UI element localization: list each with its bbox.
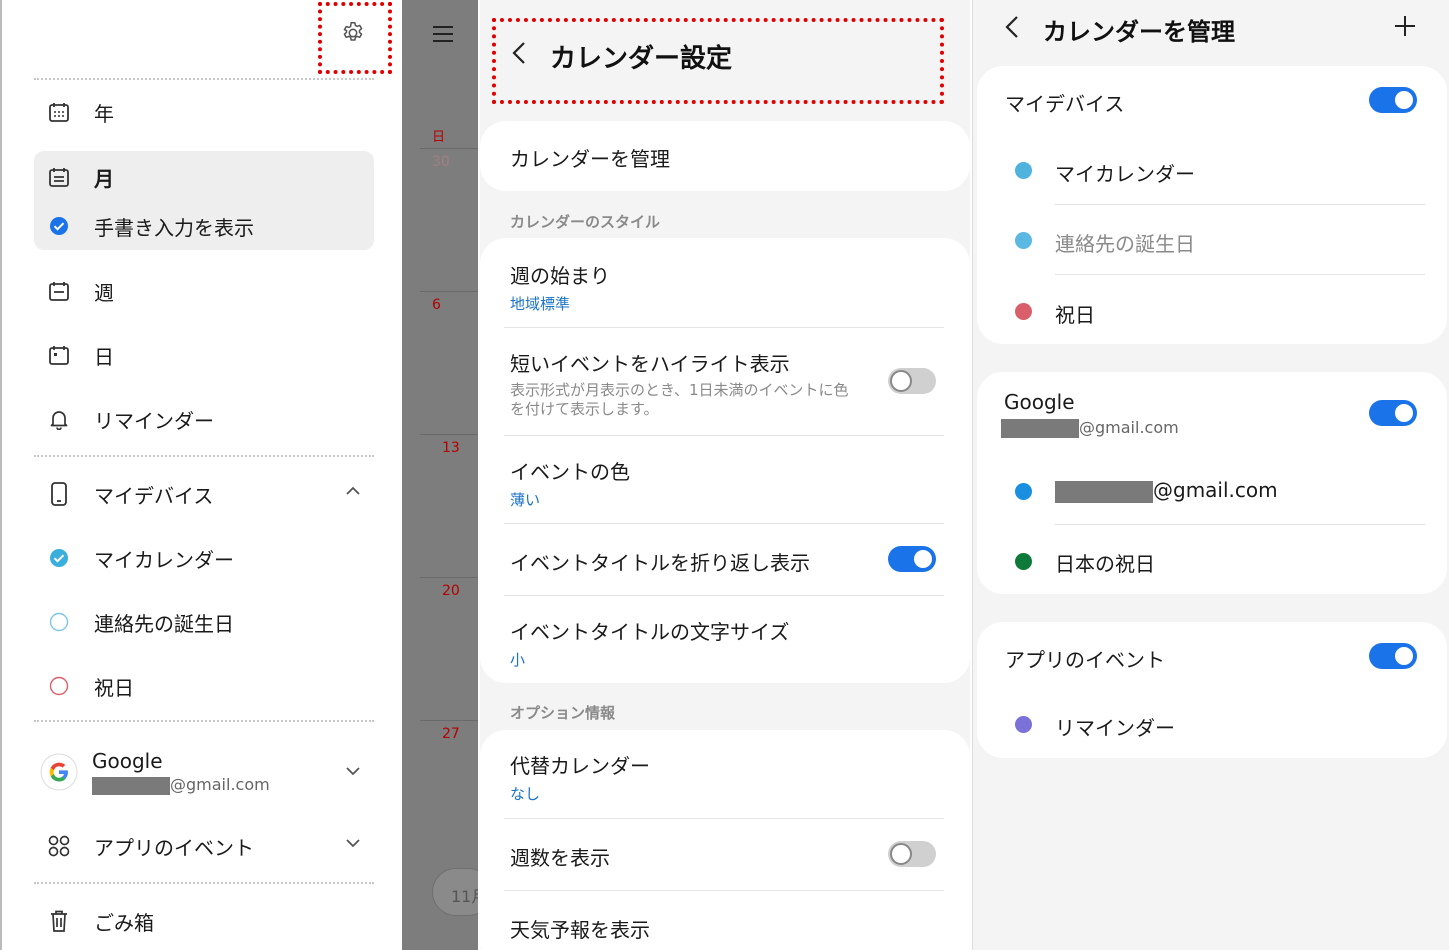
manage-calendars-link[interactable]: カレンダーを管理: [510, 143, 945, 172]
chevron-down-icon[interactable]: [344, 834, 362, 856]
drawer-item-app-events[interactable]: アプリのイベント: [34, 826, 374, 866]
trash-icon: [34, 909, 84, 933]
chevron-down-icon[interactable]: [344, 762, 362, 784]
calendar-my-calendar[interactable]: マイカレンダー: [1055, 158, 1195, 187]
setting-week-start[interactable]: 週の始まり 地域標準: [510, 260, 945, 314]
day-header-sunday: 日: [432, 130, 446, 145]
color-dot: [1015, 716, 1032, 733]
highlight-short-events-toggle[interactable]: [888, 368, 936, 394]
setting-event-color[interactable]: イベントの色 薄い: [510, 456, 945, 510]
check-circle-icon: [34, 216, 84, 236]
apps-grid-icon: [34, 834, 84, 858]
redacted-block: [1001, 419, 1079, 438]
calendar-settings-panel: カレンダー設定 カレンダーを管理 カレンダーのスタイル 週の始まり 地域標準 短…: [480, 0, 970, 950]
my-device-card: マイデバイス マイカレンダー 連絡先の誕生日 祝日: [977, 66, 1447, 344]
calendar-year-icon: [34, 101, 84, 123]
my-device-toggle[interactable]: [1369, 87, 1417, 113]
setting-show-week-numbers[interactable]: 週数を表示: [510, 842, 945, 871]
empty-circle-icon: [34, 676, 84, 696]
calendar-google-account[interactable]: @gmail.com: [1055, 478, 1278, 503]
setting-wrap-event-title[interactable]: イベントタイトルを折り返し表示: [510, 547, 945, 576]
manage-calendars-card[interactable]: カレンダーを管理: [480, 121, 970, 191]
date-cell[interactable]: 6: [432, 297, 441, 313]
page-title: カレンダーを管理: [1043, 18, 1235, 46]
color-dot: [1015, 553, 1032, 570]
date-cell[interactable]: 27: [442, 726, 460, 742]
google-account-label: Google: [92, 749, 163, 774]
app-events-toggle[interactable]: [1369, 643, 1417, 669]
color-dot: [1015, 232, 1032, 249]
calendar-holidays[interactable]: 祝日: [1055, 299, 1095, 328]
back-arrow-icon[interactable]: [1003, 14, 1021, 44]
google-logo-icon: [34, 753, 84, 791]
drawer-item-handwriting[interactable]: 手書き入力を表示: [34, 206, 374, 246]
setting-highlight-short-events[interactable]: 短いイベントをハイライト表示 表示形式が月表示のとき、1日未満のイベントに色を付…: [510, 348, 945, 419]
calendar-week-icon: [34, 280, 84, 302]
google-toggle[interactable]: [1369, 400, 1417, 426]
date-cell[interactable]: 30: [432, 154, 450, 170]
drawer-calendar-holidays[interactable]: 祝日: [34, 666, 374, 706]
bell-icon: [34, 408, 84, 430]
calendar-month-strip: 日 30 6 13 20 27 11月: [402, 0, 478, 950]
color-dot: [1015, 162, 1032, 179]
drawer-calendar-birthdays[interactable]: 連絡先の誕生日: [34, 602, 374, 642]
drawer-item-trash[interactable]: ごみ箱: [34, 901, 374, 941]
calendar-japan-holidays[interactable]: 日本の祝日: [1055, 548, 1155, 577]
section-header-options: オプション情報: [510, 704, 616, 722]
add-plus-icon[interactable]: [1393, 14, 1417, 42]
month-pill-button[interactable]: 11月: [432, 868, 478, 916]
drawer-calendar-my-calendar[interactable]: マイカレンダー: [34, 538, 374, 578]
setting-show-weather[interactable]: 天気予報を表示: [510, 914, 945, 943]
drawer-item-year[interactable]: 年: [34, 92, 374, 132]
section-header-style: カレンダーのスタイル: [510, 213, 661, 231]
google-account-email: @gmail.com: [92, 775, 270, 795]
highlight-settings-box: [318, 2, 392, 74]
wrap-event-title-toggle[interactable]: [888, 546, 936, 572]
menu-icon[interactable]: [432, 24, 454, 48]
calendar-month-icon: [34, 166, 84, 188]
navigation-drawer: 年 月 手書き入力を表示 週 日 リマインダー マイデバイス マイカレンダー 連…: [0, 0, 402, 950]
style-settings-card: 週の始まり 地域標準 短いイベントをハイライト表示 表示形式が月表示のとき、1日…: [480, 238, 970, 683]
options-settings-card: 代替カレンダー なし 週数を表示 天気予報を表示: [480, 730, 970, 950]
setting-alternate-calendar[interactable]: 代替カレンダー なし: [510, 750, 945, 804]
setting-event-title-font-size[interactable]: イベントタイトルの文字サイズ 小: [510, 616, 945, 670]
app-events-label: アプリのイベント: [1005, 648, 1165, 672]
empty-circle-icon: [34, 612, 84, 632]
chevron-up-icon[interactable]: [344, 482, 362, 504]
drawer-item-month[interactable]: 月: [34, 157, 374, 197]
app-events-card: アプリのイベント リマインダー: [977, 622, 1447, 758]
manage-calendars-panel: カレンダーを管理 マイデバイス マイカレンダー 連絡先の誕生日 祝日 Googl…: [972, 0, 1449, 950]
drawer-item-day[interactable]: 日: [34, 335, 374, 375]
google-label: Google: [1004, 390, 1075, 414]
calendar-day-icon: [34, 344, 84, 366]
calendar-birthdays[interactable]: 連絡先の誕生日: [1055, 228, 1195, 257]
drawer-item-my-device[interactable]: マイデバイス: [34, 474, 374, 514]
phone-icon: [34, 482, 84, 506]
color-dot: [1015, 303, 1032, 320]
checked-circle-icon: [34, 548, 84, 568]
my-device-label: マイデバイス: [1005, 92, 1125, 116]
highlight-title-box: [492, 18, 944, 104]
calendar-drawer-panel: 日 30 6 13 20 27 11月 年 月: [0, 0, 478, 950]
drawer-item-week[interactable]: 週: [34, 271, 374, 311]
drawer-account-google[interactable]: Google @gmail.com: [34, 749, 374, 795]
redacted-block: [1055, 480, 1153, 503]
show-week-numbers-toggle[interactable]: [888, 841, 936, 867]
google-card: Google @gmail.com @gmail.com 日本の祝日: [977, 372, 1447, 594]
date-cell[interactable]: 20: [442, 583, 460, 599]
google-email: @gmail.com: [1001, 418, 1179, 438]
date-cell[interactable]: 13: [442, 440, 460, 456]
calendar-reminders[interactable]: リマインダー: [1055, 712, 1175, 741]
color-dot: [1015, 483, 1032, 500]
drawer-item-reminder[interactable]: リマインダー: [34, 399, 374, 439]
redacted-block: [92, 776, 170, 795]
